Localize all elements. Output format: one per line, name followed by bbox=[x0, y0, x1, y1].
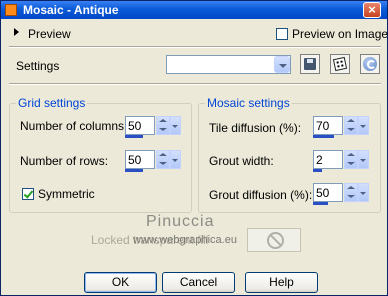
columns-label: Number of columns: bbox=[20, 119, 128, 133]
grout-diffusion-input[interactable]: 50 bbox=[313, 183, 343, 202]
columns-input[interactable]: 50 bbox=[125, 116, 155, 135]
tile-diffusion-input[interactable]: 70 bbox=[313, 116, 343, 135]
plugin-icon bbox=[5, 4, 17, 16]
grout-width-level-bar[interactable] bbox=[313, 169, 322, 172]
help-button[interactable]: Help bbox=[245, 272, 318, 293]
settings-label: Settings bbox=[16, 59, 60, 73]
spin-arrows-icon[interactable] bbox=[156, 116, 170, 135]
spin-arrows-icon[interactable] bbox=[344, 183, 358, 202]
title-bar[interactable]: Mosaic - Antique × bbox=[1, 1, 387, 19]
chevron-down-icon[interactable] bbox=[170, 116, 181, 135]
watermark-name: Pinuccia bbox=[146, 213, 215, 230]
spin-arrows-icon[interactable] bbox=[344, 116, 358, 135]
cancel-button[interactable]: Cancel bbox=[162, 272, 235, 293]
reset-icon bbox=[363, 57, 377, 71]
chevron-down-icon[interactable] bbox=[358, 150, 369, 169]
prohibited-icon bbox=[267, 232, 284, 249]
chevron-down-icon[interactable] bbox=[274, 56, 290, 73]
grid-settings-title: Grid settings bbox=[16, 96, 88, 110]
grout-diffusion-level-bar[interactable] bbox=[313, 202, 328, 205]
mosaic-settings-title: Mosaic settings bbox=[205, 96, 292, 110]
symmetric-checkbox[interactable] bbox=[22, 188, 34, 200]
save-preset-button[interactable] bbox=[300, 54, 320, 74]
locked-fill-button bbox=[247, 228, 301, 252]
watermark-site: www.webgraphica.eu bbox=[133, 234, 237, 246]
window-title: Mosaic - Antique bbox=[23, 3, 119, 17]
dice-icon bbox=[332, 56, 348, 72]
separator bbox=[9, 83, 381, 85]
spin-arrows-icon[interactable] bbox=[156, 150, 170, 169]
close-button[interactable]: × bbox=[363, 2, 381, 18]
expand-arrow-icon[interactable] bbox=[14, 28, 19, 36]
preview-toggle-label[interactable]: Preview bbox=[28, 27, 71, 41]
chevron-down-icon[interactable] bbox=[358, 116, 369, 135]
reset-button[interactable] bbox=[360, 54, 380, 74]
separator bbox=[9, 46, 381, 48]
tile-diffusion-spinner[interactable]: 70 bbox=[313, 116, 369, 138]
columns-level-bar[interactable] bbox=[125, 135, 143, 138]
preview-on-image-checkbox[interactable] bbox=[276, 28, 288, 40]
chevron-down-icon[interactable] bbox=[358, 183, 369, 202]
ok-button[interactable]: OK bbox=[84, 272, 157, 293]
randomize-button[interactable] bbox=[330, 54, 350, 74]
grout-width-input[interactable]: 2 bbox=[313, 150, 343, 169]
rows-spinner[interactable]: 50 bbox=[125, 150, 181, 172]
columns-spinner[interactable]: 50 bbox=[125, 116, 181, 138]
chevron-down-icon[interactable] bbox=[170, 150, 181, 169]
grout-diffusion-spinner[interactable]: 50 bbox=[313, 183, 369, 205]
rows-input[interactable]: 50 bbox=[125, 150, 155, 169]
grout-diffusion-label: Grout diffusion (%): bbox=[209, 188, 313, 202]
grout-width-label: Grout width: bbox=[209, 154, 274, 168]
spin-arrows-icon[interactable] bbox=[344, 150, 358, 169]
dialog-window: Mosaic - Antique × Preview Preview on Im… bbox=[0, 0, 388, 296]
tile-diffusion-level-bar[interactable] bbox=[313, 135, 334, 138]
tile-diffusion-label: Tile diffusion (%): bbox=[209, 121, 302, 135]
rows-label: Number of rows: bbox=[20, 154, 109, 168]
preset-combobox[interactable] bbox=[166, 55, 291, 74]
symmetric-label[interactable]: Symmetric bbox=[38, 187, 95, 201]
floppy-disk-icon bbox=[304, 58, 316, 70]
rows-level-bar[interactable] bbox=[125, 169, 143, 172]
grout-width-spinner[interactable]: 2 bbox=[313, 150, 369, 172]
preview-on-image-label[interactable]: Preview on Image bbox=[292, 27, 388, 41]
